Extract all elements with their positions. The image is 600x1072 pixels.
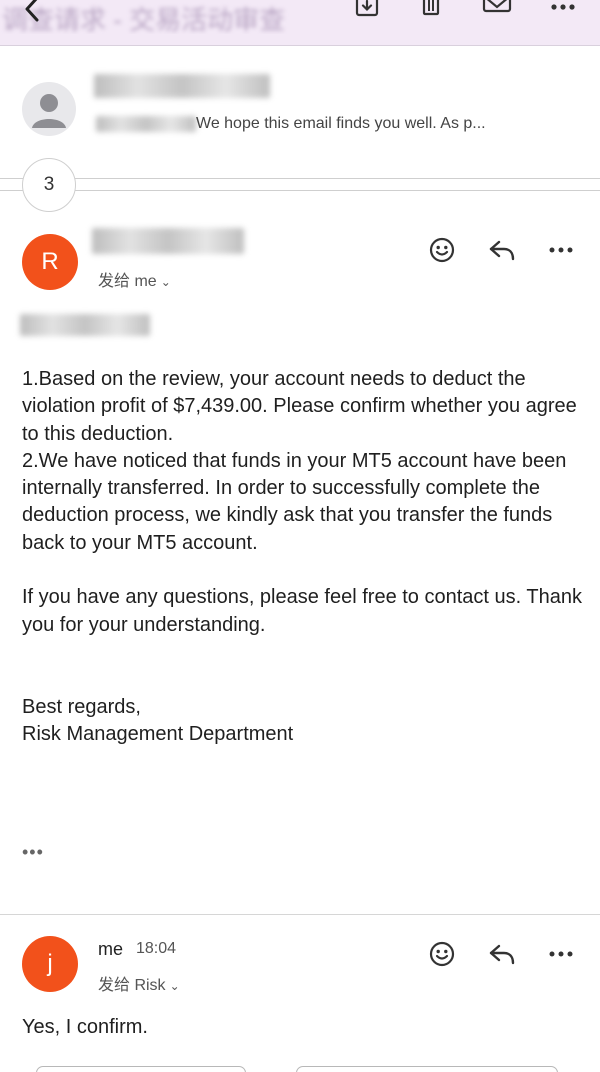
chevron-down-icon: ⌄: [169, 979, 180, 993]
chevron-left-icon[interactable]: [18, 0, 46, 24]
avatar: [22, 82, 76, 136]
emoji-smile-icon[interactable]: [426, 938, 458, 970]
recipient-line[interactable]: 发给 me ⌄: [98, 267, 171, 291]
hidden-messages-count[interactable]: 3: [22, 158, 76, 212]
closing: Best regards,: [22, 695, 141, 718]
message-snippet: We hope this email finds you well. As p.…: [196, 115, 486, 132]
avatar-letter: R: [41, 248, 59, 275]
forward-button[interactable]: [296, 1066, 558, 1072]
mail-icon[interactable]: [480, 0, 514, 22]
message-divider: [0, 914, 600, 915]
more-horizontal-icon[interactable]: [545, 234, 577, 266]
archive-download-icon[interactable]: [350, 0, 384, 22]
thread-divider: [0, 178, 600, 179]
recipient-line[interactable]: 发给 Risk ⌄: [98, 971, 180, 995]
show-trimmed-content-button[interactable]: •••: [22, 842, 44, 862]
snippet-redacted: [96, 116, 196, 132]
avatar: j: [22, 936, 78, 992]
reply-arrow-icon[interactable]: [486, 234, 518, 266]
reply-button[interactable]: [36, 1066, 246, 1072]
timestamp: 18:04: [136, 940, 177, 957]
avatar-letter: j: [47, 950, 53, 977]
emoji-smile-icon[interactable]: [426, 234, 458, 266]
body-paragraph: If you have any questions, please feel f…: [22, 586, 582, 636]
message-body: 1.Based on the review, your account need…: [22, 366, 582, 748]
more-horizontal-icon[interactable]: [545, 938, 577, 970]
thread-divider: [0, 190, 600, 191]
sender-name-redacted: [94, 74, 270, 98]
body-paragraph: 2.We have noticed that funds in your MT5…: [22, 449, 567, 554]
greeting-redacted: [20, 314, 150, 336]
hidden-count-label: 3: [43, 174, 55, 195]
reply-body: Yes, I confirm.: [22, 1016, 148, 1038]
top-app-bar: 调查请求 - 交易活动审查: [0, 0, 600, 46]
sender-name-redacted: [92, 228, 244, 254]
body-paragraph: 1.Based on the review, your account need…: [22, 368, 577, 445]
sender-name: me: [98, 939, 124, 959]
chevron-down-icon: ⌄: [160, 275, 171, 289]
recipient-label: 发给 Risk: [98, 977, 166, 994]
signature: Risk Management Department: [22, 722, 294, 745]
recipient-label: 发给 me: [98, 273, 157, 290]
reply-arrow-icon[interactable]: [486, 938, 518, 970]
avatar: R: [22, 234, 78, 290]
trash-icon[interactable]: [414, 0, 448, 22]
more-horizontal-icon[interactable]: [546, 0, 580, 22]
collapsed-message[interactable]: We hope this email finds you well. As p.…: [0, 62, 600, 154]
